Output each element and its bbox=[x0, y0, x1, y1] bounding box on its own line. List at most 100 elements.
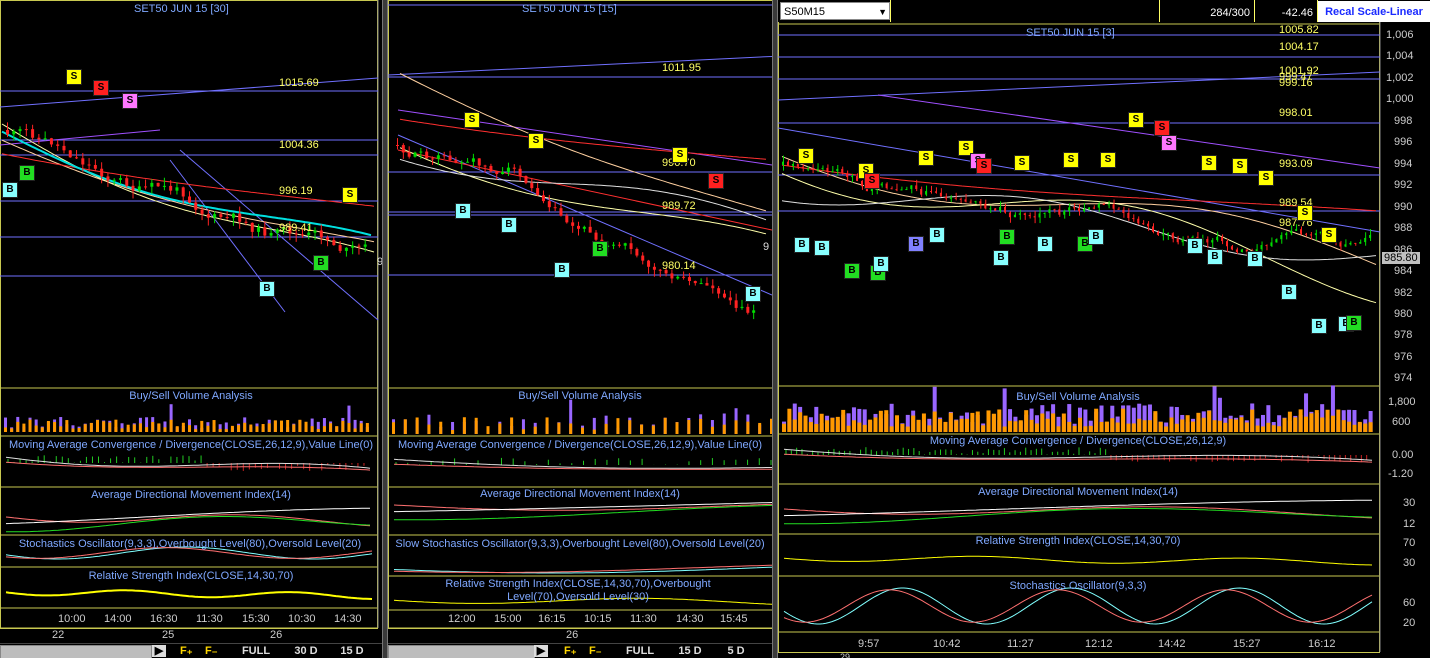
candle-body bbox=[676, 276, 680, 279]
buy-volume-bar bbox=[916, 419, 921, 432]
candle-body bbox=[880, 183, 883, 186]
chevron-down-icon[interactable]: ▼ bbox=[878, 3, 887, 21]
scroll-right-button[interactable]: ▶ bbox=[534, 645, 548, 657]
candle-body bbox=[979, 201, 982, 204]
buy-volume-bar bbox=[884, 410, 889, 432]
candle-body bbox=[915, 185, 918, 190]
buy-volume-bar bbox=[1234, 419, 1239, 432]
buy-signal-marker: B bbox=[873, 256, 889, 272]
adx-axis-label: 30 bbox=[1403, 497, 1416, 509]
buy-volume-bar bbox=[188, 425, 191, 432]
range-15d-button[interactable]: 15 D bbox=[332, 645, 372, 657]
recal-scale-button[interactable]: Recal Scale-Linear bbox=[1318, 1, 1430, 22]
buy-volume-bar bbox=[415, 417, 419, 434]
buy-volume-bar bbox=[814, 423, 819, 432]
candle-body bbox=[448, 155, 452, 161]
buy-volume-bar bbox=[991, 413, 996, 432]
full-range-button[interactable]: FULL bbox=[236, 645, 276, 657]
buy-volume-bar bbox=[782, 423, 786, 432]
buy-volume-bar bbox=[959, 418, 964, 432]
buy-volume-bar bbox=[151, 421, 155, 432]
counter-field: 284/300 bbox=[1160, 0, 1255, 22]
rsi-title: Relative Strength Index(CLOSE,14,30,70),… bbox=[445, 578, 711, 603]
buy-signal-marker: B bbox=[929, 227, 945, 243]
candle-body bbox=[1073, 207, 1076, 209]
chart-panel-30[interactable]: SET50 JUN 15 [30] 1015.69 1004.36 996.19… bbox=[0, 0, 382, 658]
sell-signal-marker: S bbox=[1321, 227, 1337, 243]
zoom-out-icon[interactable]: F₋ bbox=[205, 644, 218, 657]
buy-volume-bar bbox=[1018, 420, 1023, 432]
candle-body bbox=[344, 247, 348, 251]
candle-body bbox=[994, 208, 997, 211]
horizontal-scrollbar[interactable] bbox=[0, 645, 152, 658]
buy-volume-bar bbox=[792, 419, 797, 432]
candle-body bbox=[1097, 203, 1100, 208]
candle-body bbox=[62, 145, 66, 151]
candle-body bbox=[752, 310, 756, 313]
candle-body bbox=[1216, 236, 1219, 241]
buy-volume-bar bbox=[1169, 417, 1174, 432]
range-15d-button[interactable]: 15 D bbox=[670, 645, 710, 657]
level-label: 999.16 bbox=[1279, 77, 1313, 89]
buy-volume-bar bbox=[353, 428, 357, 432]
buy-volume-bar bbox=[498, 423, 502, 434]
buy-volume-bar bbox=[249, 424, 253, 432]
buy-volume-bar bbox=[230, 425, 234, 432]
zoom-in-icon[interactable]: F₊ bbox=[180, 644, 193, 657]
buy-volume-bar bbox=[132, 424, 136, 432]
buy-volume-bar bbox=[286, 420, 290, 432]
candle-body bbox=[257, 227, 261, 232]
candle-body bbox=[1137, 218, 1140, 224]
buy-volume-bar bbox=[1137, 418, 1142, 432]
candle-body bbox=[56, 144, 60, 146]
chart-panel-3[interactable]: SET50 JUN 15 [3] 1005.82 1004.17 1001.92… bbox=[778, 0, 1430, 658]
buy-volume-bar bbox=[96, 420, 99, 432]
candle-body bbox=[1275, 239, 1278, 243]
candle-body bbox=[836, 168, 839, 172]
buy-volume-bar bbox=[1164, 426, 1169, 432]
candle-body bbox=[100, 168, 104, 177]
candle-body bbox=[1285, 233, 1288, 236]
candle-body bbox=[1018, 213, 1021, 215]
candle-body bbox=[1038, 213, 1041, 218]
candle-body bbox=[181, 187, 185, 197]
buy-signal-marker: B bbox=[999, 229, 1015, 245]
candle-body bbox=[1117, 208, 1120, 210]
horizontal-scrollbar[interactable] bbox=[388, 645, 535, 658]
scroll-right-button[interactable]: ▶ bbox=[152, 645, 166, 657]
buy-volume-bar bbox=[1293, 417, 1298, 432]
zoom-out-icon[interactable]: F₋ bbox=[589, 644, 602, 657]
candle-body bbox=[925, 191, 928, 195]
candle-body bbox=[401, 145, 405, 153]
buy-volume-bar bbox=[830, 417, 835, 432]
buy-volume-bar bbox=[722, 424, 726, 434]
buy-volume-bar bbox=[486, 426, 490, 434]
candle-body bbox=[263, 227, 267, 236]
adx-axis-label: 12 bbox=[1403, 518, 1416, 530]
buy-volume-bar bbox=[427, 424, 431, 434]
full-range-button[interactable]: FULL bbox=[620, 645, 660, 657]
candle-body bbox=[647, 260, 651, 267]
buy-signal-marker: B bbox=[19, 165, 35, 181]
date-label: 22 bbox=[52, 629, 65, 641]
candle-body bbox=[959, 198, 962, 200]
candle-body bbox=[524, 175, 528, 183]
range-5d-button[interactable]: 5 D bbox=[716, 645, 756, 657]
buy-volume-bar bbox=[699, 418, 703, 434]
sell-signal-marker: S bbox=[976, 158, 992, 174]
macd-line bbox=[783, 448, 1373, 461]
stoch-axis-label: 60 bbox=[1403, 597, 1416, 609]
candle-body bbox=[1028, 214, 1031, 217]
level-label: 1015.69 bbox=[279, 77, 319, 89]
buy-volume-bar bbox=[1034, 423, 1039, 432]
time-label: 11:27 bbox=[1007, 638, 1034, 650]
buy-signal-marker: B bbox=[2, 182, 18, 198]
candle-body bbox=[93, 165, 97, 169]
zoom-in-icon[interactable]: F₊ bbox=[564, 644, 577, 657]
range-30d-button[interactable]: 30 D bbox=[286, 645, 326, 657]
buy-volume-bar bbox=[862, 424, 867, 432]
symbol-select[interactable]: S50M15 ▼ bbox=[780, 2, 890, 20]
candle-body bbox=[454, 160, 458, 163]
buy-volume-bar bbox=[651, 425, 655, 434]
chart-panel-15[interactable]: SET50 JUN 15 [15] 1011.95 990.70 989.72 … bbox=[388, 0, 772, 658]
